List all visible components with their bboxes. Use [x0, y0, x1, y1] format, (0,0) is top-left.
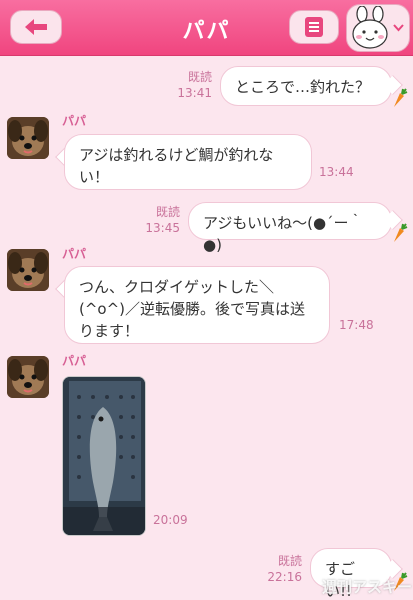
message-text: アジは釣れるけど鯛が釣れない！: [79, 146, 274, 186]
avatar[interactable]: [7, 249, 49, 291]
message-text: ところで…釣れた？: [235, 78, 371, 96]
message-bubble-outgoing: アジもいいね〜(●´ー｀●): [188, 202, 392, 254]
avatar[interactable]: [7, 356, 49, 398]
menu-button[interactable]: [289, 10, 339, 44]
sticker-button[interactable]: [346, 4, 410, 52]
carrot-icon: [394, 88, 408, 107]
dog-photo-icon: [7, 117, 49, 159]
sender-name: パパ: [62, 354, 87, 368]
photo-message[interactable]: [62, 376, 146, 536]
read-receipt: 既読: [187, 70, 212, 84]
timestamp: 13:41: [177, 86, 212, 100]
read-receipt: 既読: [277, 554, 302, 568]
timestamp: 20:09: [153, 513, 188, 527]
dog-photo-icon: [7, 356, 49, 398]
message-bubble-incoming: つん、クロダイゲットした＼(^o^)／逆転優勝。後で写真は送ります！: [64, 266, 330, 344]
message-bubble-incoming: アジは釣れるけど鯛が釣れない！: [64, 134, 312, 190]
dog-photo-icon: [7, 249, 49, 291]
fish-photo-icon: [63, 377, 145, 535]
menu-icon: [305, 17, 323, 37]
timestamp: 22:16: [267, 570, 302, 584]
chat-header: パパ: [0, 0, 413, 56]
timestamp: 13:45: [145, 221, 180, 235]
message-text: つん、クロダイゲットした＼(^o^)／逆転優勝。後で写真は送ります！: [79, 278, 306, 340]
sender-name: パパ: [62, 247, 87, 261]
bear-sticker-icon: [352, 6, 388, 49]
timestamp: 13:44: [319, 165, 354, 179]
message-text: アジもいいね〜(●´ー｀●): [203, 214, 364, 254]
back-button[interactable]: [10, 10, 62, 44]
back-arrow-icon: [25, 19, 47, 35]
watermark: 週刊アスキー: [322, 578, 413, 596]
message-bubble-outgoing: ところで…釣れた？: [220, 66, 392, 106]
sender-name: パパ: [62, 114, 87, 128]
avatar[interactable]: [7, 117, 49, 159]
carrot-icon: [394, 223, 408, 242]
chevron-down-icon: [393, 24, 404, 32]
timestamp: 17:48: [339, 318, 374, 332]
read-receipt: 既読: [155, 205, 180, 219]
